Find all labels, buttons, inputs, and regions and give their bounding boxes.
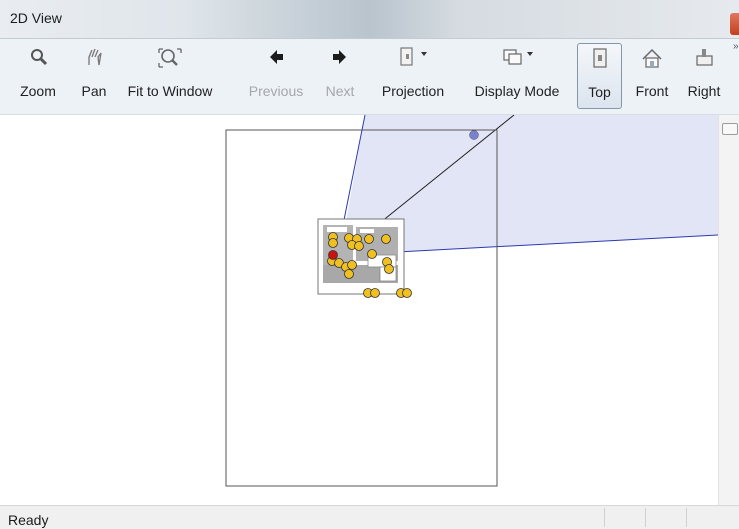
selected-marker[interactable] [328,250,338,260]
overflow-chevron-icon[interactable]: » [733,41,739,52]
projection-icon [400,47,427,66]
arrow-left-icon [270,50,283,64]
projection-button[interactable]: Projection [372,45,454,107]
right-view-label: Right [687,83,721,99]
display-mode-icon [503,49,533,65]
camera-target-handle[interactable] [469,130,479,140]
front-view-button[interactable]: Front [627,45,677,107]
status-pane [604,508,645,527]
pan-label: Pan [81,83,107,99]
viewport-canvas[interactable] [0,115,718,505]
previous-label: Previous [248,83,304,99]
close-icon[interactable] [730,13,739,35]
fit-to-window-label: Fit to Window [127,83,213,99]
right-view-icon [696,49,713,66]
top-view-button[interactable]: Top [577,43,622,109]
fit-to-window-button[interactable]: Fit to Window [121,45,219,107]
status-pane [645,508,686,527]
window-title: 2D View [10,10,62,26]
fit-window-icon [158,48,182,68]
display-mode-label: Display Mode [474,83,560,99]
next-label: Next [325,83,355,99]
top-view-icon [592,48,607,68]
front-view-label: Front [635,83,669,99]
display-mode-button[interactable]: Display Mode [463,45,571,107]
hand-icon [88,48,102,66]
title-bar: 2D View [0,0,739,39]
toolbar: Zoom Pan Fit to Window Previous Next Pro… [0,39,739,115]
vertical-scrollbar[interactable] [718,115,739,505]
status-bar: Ready [0,505,739,529]
status-pane [686,508,727,527]
right-view-button[interactable]: Right [681,45,727,107]
status-text: Ready [8,512,49,528]
zoom-button[interactable]: Zoom [10,45,66,107]
previous-button[interactable]: Previous [241,45,311,107]
arrow-right-icon [333,50,346,64]
house-icon [642,48,662,68]
next-button[interactable]: Next [320,45,360,107]
projection-label: Projection [381,83,445,99]
zoom-label: Zoom [20,83,56,99]
magnifier-icon [31,49,48,66]
pan-button[interactable]: Pan [72,45,116,107]
plan-view[interactable] [0,115,718,505]
top-view-label: Top [588,84,611,100]
scrollbar-thumb[interactable] [722,123,738,135]
